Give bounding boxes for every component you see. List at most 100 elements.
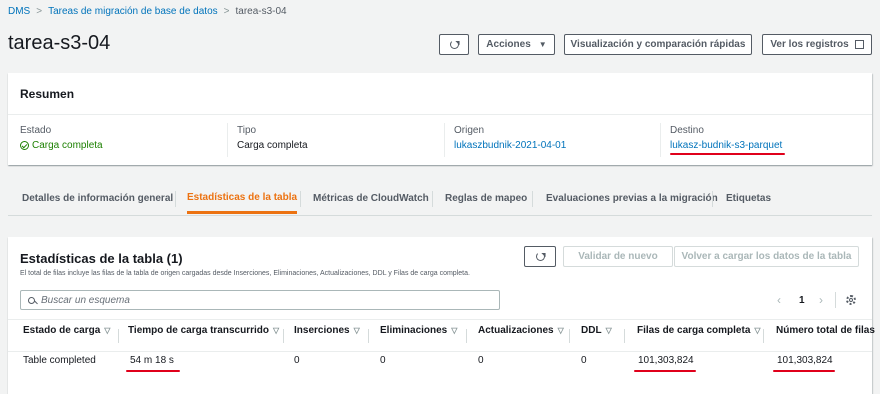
divider (432, 191, 433, 207)
page-title: tarea-s3-04 (8, 32, 111, 54)
tab-mapping-rules[interactable]: Reglas de mapeo (445, 183, 527, 214)
status-label: Estado (20, 125, 52, 136)
divider (8, 114, 872, 115)
caret-down-icon: ▼ (538, 40, 547, 49)
cell-ddl: 0 (581, 355, 587, 366)
column-header-inserts[interactable]: Inserciones ▽ (294, 325, 360, 336)
annotation-underline (126, 370, 180, 372)
chevron-right-icon: > (223, 6, 230, 17)
search-input[interactable]: Buscar un esquema (20, 290, 500, 310)
divider (8, 351, 872, 352)
next-page-button[interactable]: › (819, 293, 823, 307)
column-header-ddl[interactable]: DDL ▽ (581, 325, 612, 336)
column-header-label: Actualizaciones (478, 325, 554, 336)
cell-total-rows: 101,303,824 (777, 355, 833, 366)
view-logs-button-label: Ver los registros (770, 39, 849, 50)
search-placeholder: Buscar un esquema (41, 294, 130, 306)
cell-updates: 0 (478, 355, 484, 366)
column-header-label: Estado de carga (23, 325, 101, 336)
table-statistics-description: El total de filas incluye las filas de l… (20, 270, 470, 277)
tab-cloudwatch-metrics[interactable]: Métricas de CloudWatch (313, 183, 429, 214)
status-text: Carga completa (32, 140, 103, 151)
chevron-right-icon: > (36, 6, 43, 17)
column-header-elapsed-time[interactable]: Tiempo de carga transcurrido ▽ (128, 325, 279, 336)
previous-page-button[interactable]: ‹ (777, 293, 781, 307)
sort-icon: ▽ (754, 326, 761, 335)
column-header-label: Número total de filas (776, 325, 875, 336)
tab-premigration-assessments[interactable]: Evaluaciones previas a la migración (546, 183, 718, 214)
column-header-label: Inserciones (294, 325, 350, 336)
column-header-deletes[interactable]: Eliminaciones ▽ (380, 325, 457, 336)
sort-icon: ▽ (353, 326, 360, 335)
sort-icon: ▽ (451, 326, 458, 335)
source-link[interactable]: lukaszbudnik-2021-04-01 (454, 140, 566, 151)
tab-general-details[interactable]: Detalles de información general (22, 183, 173, 214)
refresh-button[interactable] (439, 34, 469, 55)
divider (8, 319, 872, 320)
column-header-label: DDL (581, 325, 602, 336)
cell-full-load-rows: 101,303,824 (638, 355, 694, 366)
annotation-underline (670, 153, 785, 155)
annotation-underline (634, 370, 696, 372)
validate-again-button[interactable]: Validar de nuevo (563, 246, 673, 267)
reload-table-data-button[interactable]: Volver a cargar los datos de la tabla (674, 246, 859, 267)
tab-table-statistics[interactable]: Estadísticas de la tabla (187, 183, 298, 214)
divider (835, 292, 836, 308)
source-label: Origen (454, 125, 485, 136)
divider (532, 191, 533, 207)
column-header-total-rows[interactable]: Número total de filas (776, 325, 875, 336)
target-label: Destino (670, 125, 704, 136)
breadcrumb: DMS > Tareas de migración de base de dat… (8, 6, 287, 17)
quick-view-button-label: Visualización y comparación rápidas (570, 39, 746, 50)
sort-icon: ▽ (557, 326, 564, 335)
divider (444, 123, 445, 157)
preferences-button[interactable] (846, 295, 856, 305)
divider (175, 191, 176, 207)
cell-load-state: Table completed (23, 355, 96, 366)
reload-table-data-button-label: Volver a cargar los datos de la tabla (681, 251, 852, 262)
status-value: Carga completa (20, 140, 103, 151)
target-link[interactable]: lukasz-budnik-s3-parquet (670, 140, 782, 151)
divider (763, 329, 764, 343)
quick-view-button[interactable]: Visualización y comparación rápidas (564, 34, 752, 55)
tab-tags[interactable]: Etiquetas (726, 183, 771, 214)
divider (712, 191, 713, 207)
validate-again-button-label: Validar de nuevo (578, 251, 658, 262)
divider (118, 329, 119, 343)
column-header-load-state[interactable]: Estado de carga ▽ (23, 325, 110, 336)
divider (283, 329, 284, 343)
cell-inserts: 0 (294, 355, 300, 366)
cell-elapsed-time: 54 m 18 s (130, 355, 174, 366)
summary-heading: Resumen (20, 87, 75, 101)
divider (368, 329, 369, 343)
sort-icon: ▽ (605, 326, 612, 335)
check-circle-icon (20, 141, 29, 150)
column-header-label: Tiempo de carga transcurrido (128, 325, 269, 336)
external-link-icon (854, 40, 864, 49)
refresh-icon (535, 252, 545, 261)
table-statistics-heading: Estadísticas de la tabla (1) (20, 251, 183, 266)
breadcrumb-dms-link[interactable]: DMS (8, 6, 30, 17)
cell-deletes: 0 (380, 355, 386, 366)
refresh-icon (449, 40, 459, 49)
type-label: Tipo (237, 125, 257, 136)
breadcrumb-tasks-link[interactable]: Tareas de migración de base de datos (48, 6, 218, 17)
divider (569, 329, 570, 343)
sort-icon: ▽ (272, 326, 280, 335)
divider (660, 123, 661, 157)
type-value: Carga completa (237, 140, 308, 151)
column-header-label: Eliminaciones (380, 325, 448, 336)
gear-icon (846, 295, 856, 305)
summary-panel: Resumen Estado Carga completa Tipo Carga… (8, 73, 872, 165)
page-number[interactable]: 1 (799, 295, 805, 306)
sort-icon: ▽ (104, 326, 111, 335)
column-header-updates[interactable]: Actualizaciones ▽ (478, 325, 564, 336)
refresh-table-button[interactable] (524, 246, 556, 267)
view-logs-button[interactable]: Ver los registros (762, 34, 872, 55)
actions-button[interactable]: Acciones ▼ (478, 34, 555, 55)
column-header-full-load-rows[interactable]: Filas de carga completa ▽ (637, 325, 761, 336)
divider (300, 191, 301, 207)
actions-button-label: Acciones (486, 39, 531, 50)
divider (624, 329, 625, 343)
tab-bar: Detalles de información general Estadíst… (8, 183, 872, 216)
